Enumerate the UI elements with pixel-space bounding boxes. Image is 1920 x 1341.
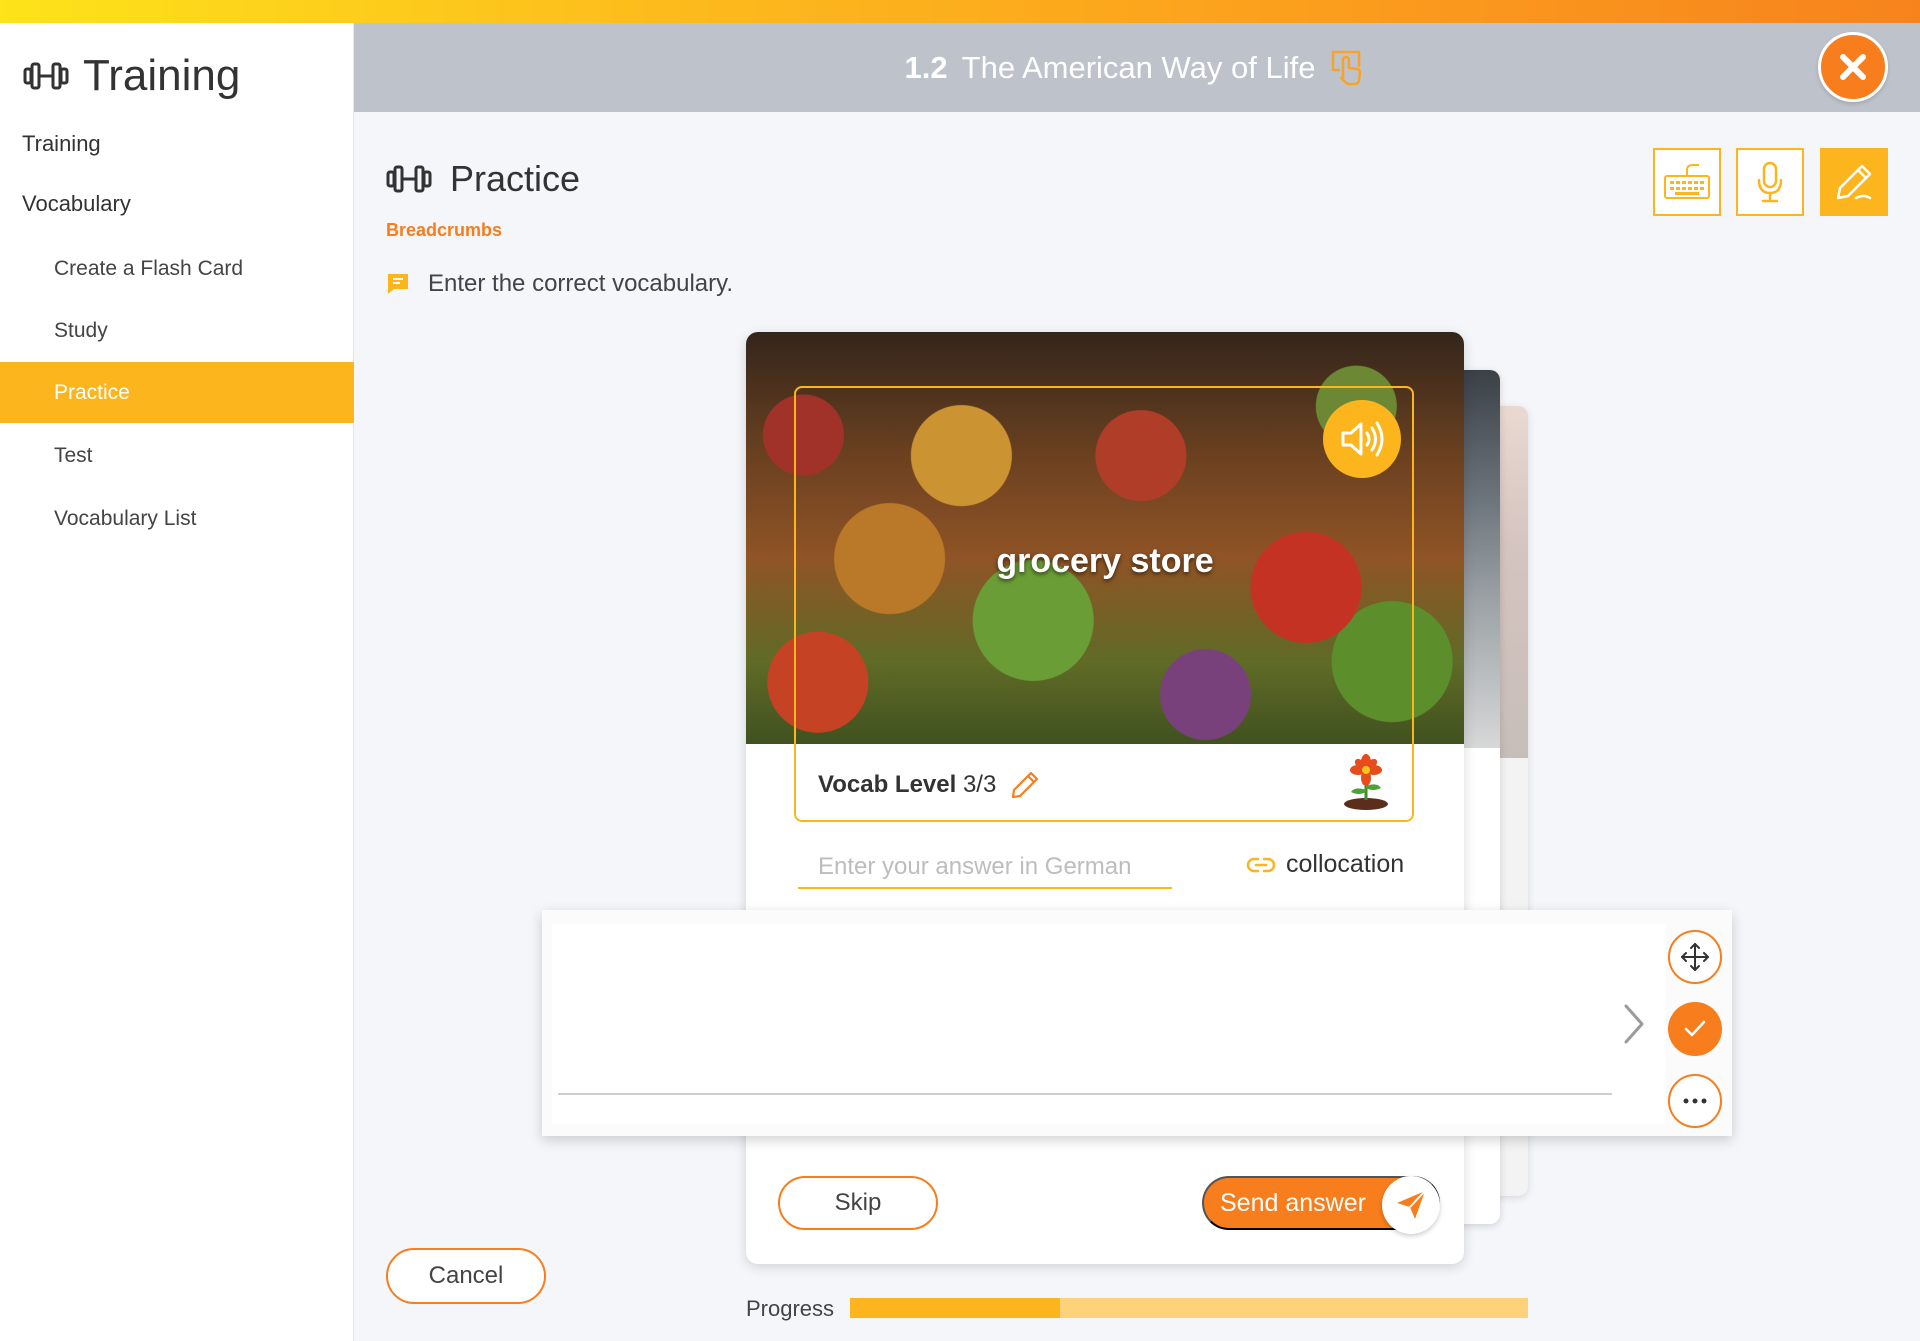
keyboard-icon (1664, 164, 1710, 199)
progress-bar (850, 1298, 1528, 1318)
progress-label: Progress (746, 1296, 835, 1321)
lesson-title-text: The American Way of Life (961, 49, 1316, 85)
sidebar-item-vocabulary-list[interactable]: Vocabulary List (0, 488, 354, 549)
sidebar-section-vocabulary[interactable]: Vocabulary (22, 191, 131, 217)
sidebar: Training Training Vocabulary Create a Fl… (0, 23, 354, 1341)
handwriting-panel (542, 910, 1732, 1136)
hand-pointer-icon[interactable] (1329, 48, 1369, 88)
collocation-link[interactable]: collocation (1246, 850, 1404, 879)
lesson-title: 1.2 The American Way of Life (354, 23, 1920, 112)
microphone-mode-button[interactable] (1736, 148, 1804, 216)
sidebar-title-text: Training (83, 51, 241, 100)
link-icon (1246, 857, 1276, 872)
sidebar-item-practice[interactable]: Practice (0, 362, 354, 423)
speaker-icon (1341, 421, 1384, 457)
vocab-level-value: 3/3 (962, 771, 997, 798)
move-icon (1681, 943, 1709, 971)
message-icon (388, 274, 408, 294)
close-button[interactable] (1818, 32, 1888, 102)
page-title: Practice (386, 158, 580, 200)
vocab-level-label: Vocab Level (818, 771, 957, 798)
breadcrumb[interactable]: Breadcrumbs (386, 220, 502, 241)
instruction: Enter the correct vocabulary. (386, 270, 733, 298)
plant-growth-icon (1344, 754, 1388, 810)
answer-input[interactable] (798, 847, 1172, 889)
check-icon (1684, 1020, 1706, 1037)
sidebar-section-training[interactable]: Training (22, 131, 101, 157)
vocab-word: grocery store (996, 542, 1214, 580)
confirm-handwriting-button[interactable] (1668, 1002, 1722, 1056)
skip-button[interactable]: Skip (778, 1176, 938, 1230)
send-icon-wrap (1382, 1176, 1440, 1234)
play-audio-button[interactable] (1323, 400, 1401, 478)
lesson-header: 1.2 The American Way of Life (354, 23, 1920, 112)
microphone-icon (1757, 161, 1783, 203)
sidebar-title: Training (23, 51, 240, 101)
dumbbell-icon (386, 165, 432, 193)
card-highlight-frame (794, 386, 1414, 822)
progress-fill (850, 1298, 1061, 1318)
chevron-right-icon[interactable] (1620, 1002, 1648, 1046)
page-title-text: Practice (450, 158, 581, 199)
handwriting-mode-button[interactable] (1820, 148, 1888, 216)
send-answer-label: Send answer (1220, 1188, 1366, 1217)
send-answer-button[interactable]: Send answer (1202, 1176, 1440, 1234)
keyboard-mode-button[interactable] (1653, 148, 1721, 216)
more-icon (1683, 1098, 1707, 1104)
more-options-button[interactable] (1668, 1074, 1722, 1128)
collocation-label: collocation (1286, 850, 1405, 878)
close-icon (1840, 54, 1866, 80)
lesson-number: 1.2 (904, 49, 948, 85)
pencil-icon (1836, 164, 1872, 200)
instruction-text: Enter the correct vocabulary. (428, 270, 734, 297)
dumbbell-icon (23, 62, 69, 90)
vocab-level: Vocab Level 3/3 (818, 770, 1040, 800)
handwriting-baseline (558, 1093, 1612, 1095)
sidebar-item-study[interactable]: Study (0, 300, 354, 361)
top-gradient-bar (0, 0, 1920, 23)
sidebar-item-test[interactable]: Test (0, 425, 354, 486)
sidebar-item-create-flash-card[interactable]: Create a Flash Card (0, 238, 354, 299)
cancel-button[interactable]: Cancel (386, 1248, 546, 1304)
pencil-icon[interactable] (1010, 770, 1040, 800)
send-icon (1397, 1190, 1426, 1219)
move-panel-button[interactable] (1668, 930, 1722, 984)
